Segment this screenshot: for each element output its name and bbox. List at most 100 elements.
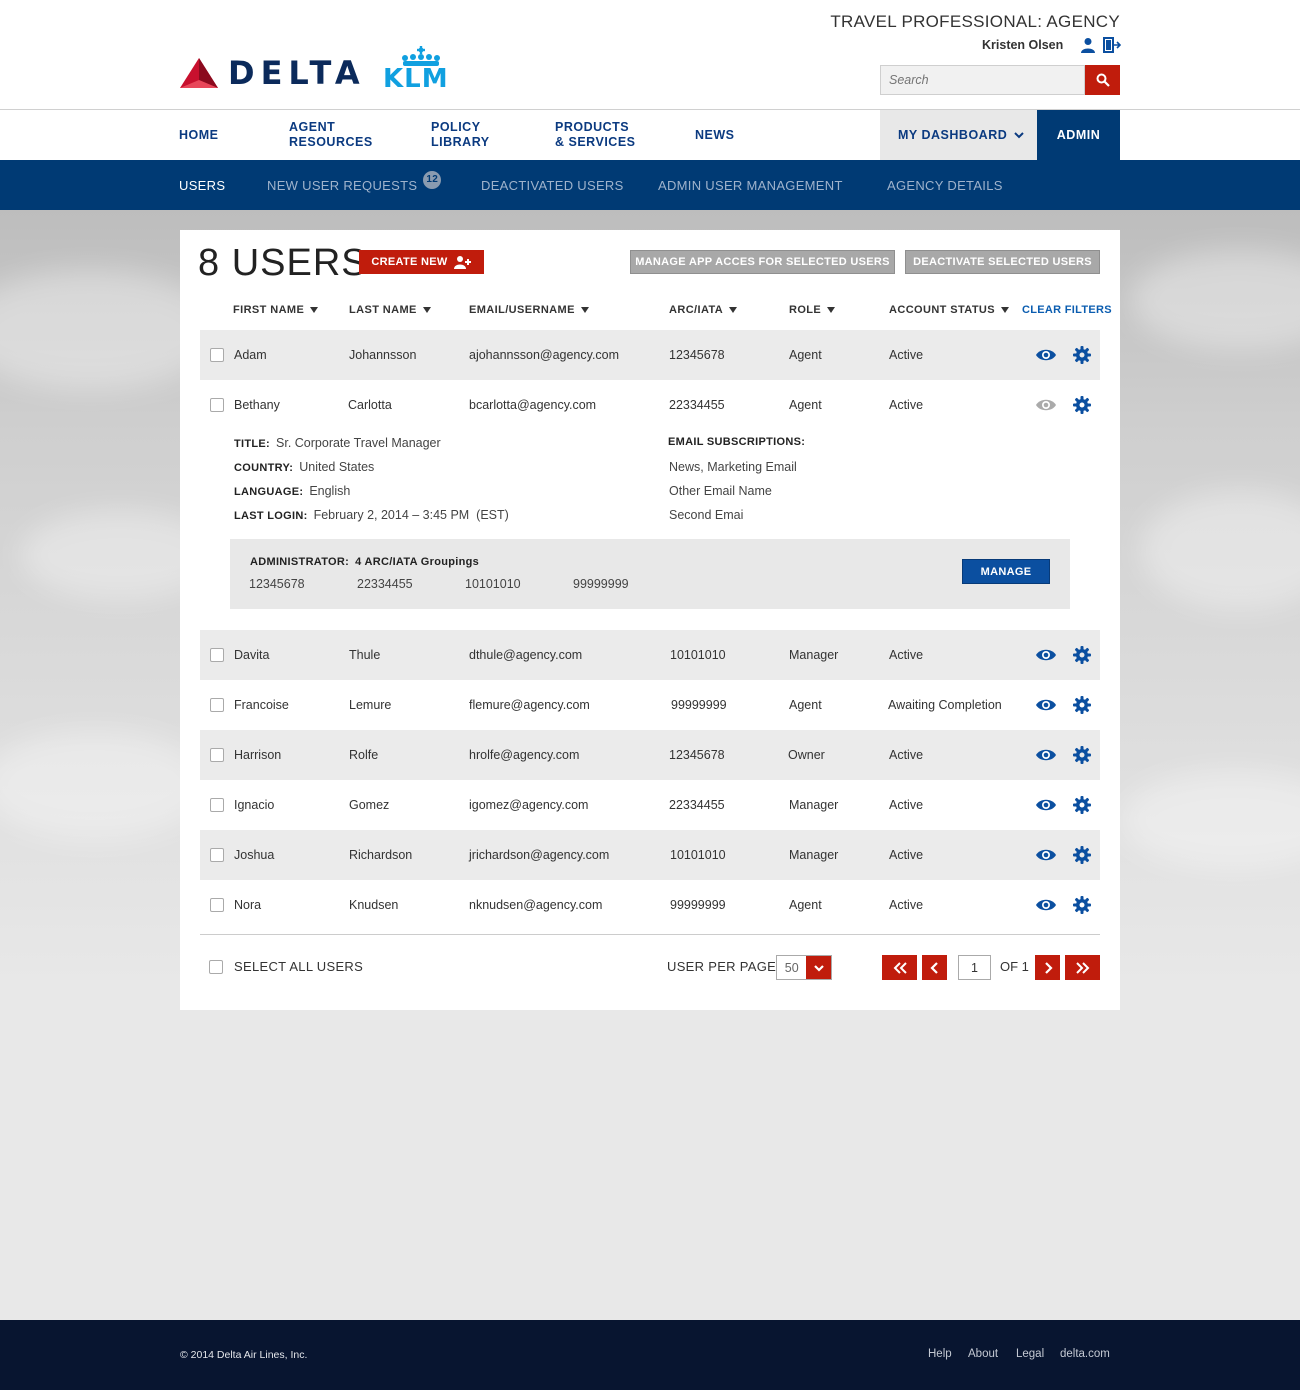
previous-page-button[interactable] <box>922 955 947 980</box>
cell-arc-iata: 10101010 <box>670 848 726 862</box>
grouping-code: 10101010 <box>465 577 521 591</box>
gear-icon[interactable] <box>1073 746 1091 764</box>
row-checkbox[interactable] <box>210 698 224 712</box>
gear-icon[interactable] <box>1073 646 1091 664</box>
cell-first-name: Harrison <box>234 748 282 762</box>
deactivate-selected-button[interactable]: DEACTIVATE SELECTED USERS <box>905 250 1100 274</box>
cell-arc-iata: 22334455 <box>669 398 725 412</box>
gear-icon[interactable] <box>1073 696 1091 714</box>
user-name[interactable]: Kristen Olsen <box>982 38 1063 52</box>
users-panel: 8 USERS CREATE NEW MANAGE APP ACCES FOR … <box>180 230 1120 1010</box>
view-eye-icon[interactable] <box>1035 897 1057 913</box>
col-account-status[interactable]: ACCOUNT STATUS <box>889 304 1010 316</box>
account-title: TRAVEL PROFESSIONAL: AGENCY <box>830 12 1120 31</box>
cell-last-name: Lemure <box>349 698 392 712</box>
view-eye-icon[interactable] <box>1035 697 1057 713</box>
tab-admin-user-management[interactable]: ADMIN USER MANAGEMENT <box>658 160 843 210</box>
cell-role: Manager <box>789 848 839 862</box>
create-new-button[interactable]: CREATE NEW <box>359 250 484 274</box>
cell-email: hrolfe@agency.com <box>469 748 580 762</box>
table-row: Davita Thule dthule@agency.com 10101010 … <box>200 630 1100 680</box>
cell-last-name: Gomez <box>349 798 390 812</box>
nav-policy-library[interactable]: POLICY LIBRARY <box>431 110 490 160</box>
row-checkbox[interactable] <box>210 398 224 412</box>
gear-icon[interactable] <box>1073 846 1091 864</box>
cell-arc-iata: 99999999 <box>671 698 727 712</box>
tab-agency-details[interactable]: AGENCY DETAILS <box>887 160 1003 210</box>
row-checkbox[interactable] <box>210 348 224 362</box>
klm-logo: KLM <box>383 46 463 96</box>
cell-email: bcarlotta@agency.com <box>469 398 597 412</box>
view-eye-icon[interactable] <box>1035 797 1057 813</box>
per-page-select[interactable]: 50 <box>776 955 832 980</box>
search-input[interactable] <box>880 65 1085 95</box>
logout-icon[interactable] <box>1103 37 1121 53</box>
cell-first-name: Nora <box>234 898 262 912</box>
manage-app-access-button[interactable]: MANAGE APP ACCES FOR SELECTED USERS <box>630 250 895 274</box>
gear-icon[interactable] <box>1073 396 1091 414</box>
clear-filters-link[interactable]: CLEAR FILTERS <box>1022 304 1112 316</box>
detail-value: English <box>309 484 351 498</box>
col-label: ROLE <box>789 304 822 316</box>
view-eye-icon[interactable] <box>1035 647 1057 663</box>
cloud <box>1120 770 1300 870</box>
cell-email: dthule@agency.com <box>469 648 583 662</box>
select-all-checkbox[interactable] <box>209 960 223 974</box>
col-first-name[interactable]: FIRST NAME <box>233 304 319 316</box>
footer-link-legal[interactable]: Legal <box>1016 1348 1044 1360</box>
footer-link-about[interactable]: About <box>968 1348 998 1360</box>
count-badge: 12 <box>423 171 442 189</box>
detail-value: Sr. Corporate Travel Manager <box>276 436 441 450</box>
col-arc-iata[interactable]: ARC/IATA <box>669 304 738 316</box>
nav-news[interactable]: NEWS <box>695 110 735 160</box>
filter-caret-icon <box>827 307 836 313</box>
row-checkbox[interactable] <box>210 748 224 762</box>
row-checkbox[interactable] <box>210 848 224 862</box>
per-page-dropdown-button[interactable] <box>806 956 831 979</box>
col-role[interactable]: ROLE <box>789 304 836 316</box>
col-email[interactable]: EMAIL/USERNAME <box>469 304 589 316</box>
col-last-name[interactable]: LAST NAME <box>349 304 431 316</box>
page-number-input[interactable]: 1 <box>958 955 991 980</box>
nav-dashboard-label: MY DASHBOARD <box>898 128 1008 142</box>
nav-admin[interactable]: ADMIN <box>1037 110 1120 160</box>
footer-link-delta[interactable]: delta.com <box>1060 1348 1110 1360</box>
cell-arc-iata: 10101010 <box>670 648 726 662</box>
grouping-code: 99999999 <box>573 577 629 591</box>
view-eye-icon[interactable] <box>1035 347 1057 363</box>
view-eye-icon[interactable] <box>1035 847 1057 863</box>
nav-my-dashboard[interactable]: MY DASHBOARD <box>880 110 1037 160</box>
row-checkbox[interactable] <box>210 648 224 662</box>
nav-agent-resources[interactable]: AGENT RESOURCES <box>289 110 373 160</box>
nav-products-services[interactable]: PRODUCTS & SERVICES <box>555 110 636 160</box>
row-checkbox[interactable] <box>210 798 224 812</box>
nav-home[interactable]: HOME <box>179 110 219 160</box>
tab-new-user-requests[interactable]: NEW USER REQUESTS 12 <box>267 160 442 210</box>
cell-last-name: Richardson <box>349 848 413 862</box>
manage-button[interactable]: MANAGE <box>962 559 1050 584</box>
tab-label: NEW USER REQUESTS <box>267 177 418 193</box>
delta-logo[interactable]: DELTA <box>180 48 366 98</box>
search-button[interactable] <box>1085 65 1120 95</box>
cell-email: igomez@agency.com <box>469 798 589 812</box>
gear-icon[interactable] <box>1073 346 1091 364</box>
tab-users[interactable]: USERS <box>179 160 225 210</box>
row-checkbox[interactable] <box>210 898 224 912</box>
detail-label: ADMINISTRATOR: <box>250 556 350 568</box>
first-page-button[interactable] <box>882 955 917 980</box>
last-page-button[interactable] <box>1065 955 1100 980</box>
next-page-button[interactable] <box>1035 955 1060 980</box>
per-page-value: 50 <box>784 960 799 975</box>
cell-role: Agent <box>789 398 822 412</box>
tab-deactivated-users[interactable]: DEACTIVATED USERS <box>481 160 624 210</box>
gear-icon[interactable] <box>1073 896 1091 914</box>
cell-status: Active <box>889 898 924 912</box>
view-eye-icon[interactable] <box>1035 747 1057 763</box>
cell-role: Owner <box>788 748 825 762</box>
view-eye-icon[interactable] <box>1035 397 1057 413</box>
user-profile-icon[interactable] <box>1080 37 1096 53</box>
gear-icon[interactable] <box>1073 796 1091 814</box>
filter-caret-icon <box>1001 307 1010 313</box>
col-label: LAST NAME <box>349 304 417 316</box>
footer-link-help[interactable]: Help <box>928 1348 952 1360</box>
